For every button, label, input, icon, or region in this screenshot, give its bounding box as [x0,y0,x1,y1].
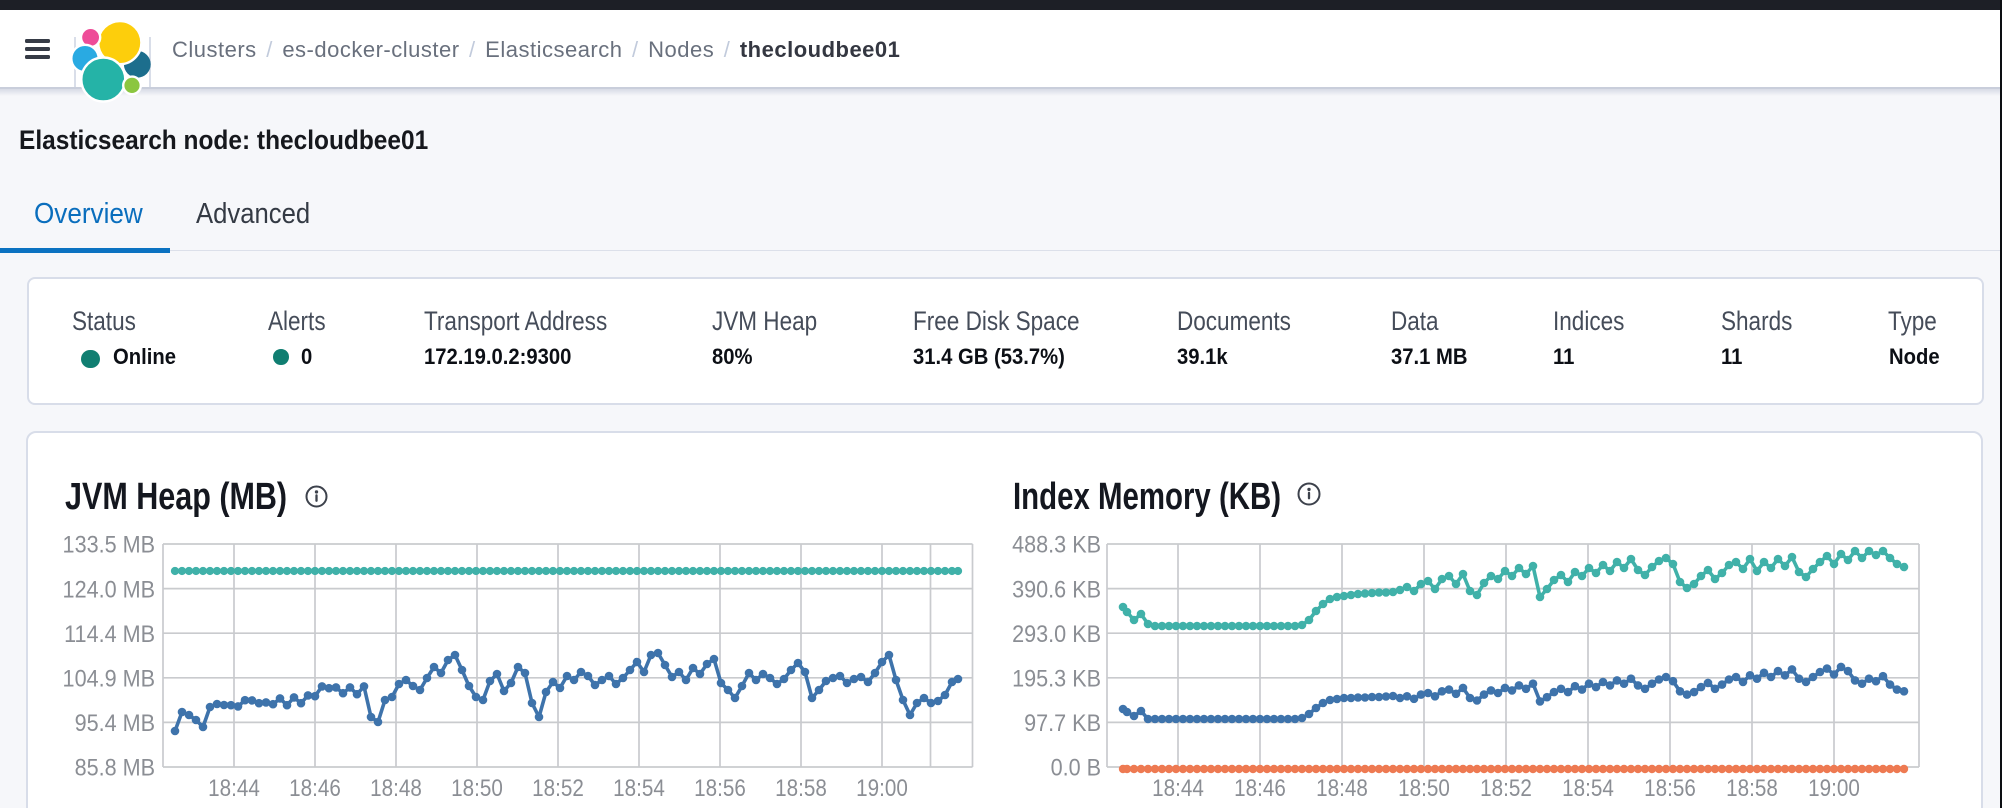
svg-text:133.5 MB: 133.5 MB [63,531,155,558]
svg-text:18:50: 18:50 [451,775,503,802]
svg-text:18:58: 18:58 [1726,775,1778,802]
svg-text:18:52: 18:52 [532,775,584,802]
svg-text:19:00: 19:00 [1808,775,1860,802]
svg-text:390.6 KB: 390.6 KB [1012,575,1101,602]
svg-text:18:50: 18:50 [1398,775,1450,802]
svg-text:18:44: 18:44 [208,775,260,802]
svg-text:95.4 MB: 95.4 MB [75,709,155,736]
svg-text:18:54: 18:54 [1562,775,1614,802]
svg-text:18:56: 18:56 [694,775,746,802]
svg-text:18:46: 18:46 [1234,775,1286,802]
svg-text:18:48: 18:48 [370,775,422,802]
svg-text:293.0 KB: 293.0 KB [1012,620,1101,647]
svg-text:85.8 MB: 85.8 MB [75,754,155,781]
svg-text:124.0 MB: 124.0 MB [63,575,155,602]
svg-text:0.0 B: 0.0 B [1051,754,1101,781]
svg-text:97.7 KB: 97.7 KB [1024,709,1101,736]
svg-text:18:56: 18:56 [1644,775,1696,802]
svg-text:104.9 MB: 104.9 MB [63,664,155,691]
svg-text:18:52: 18:52 [1480,775,1532,802]
svg-text:18:48: 18:48 [1316,775,1368,802]
svg-text:19:00: 19:00 [856,775,908,802]
svg-text:18:54: 18:54 [613,775,665,802]
svg-text:18:58: 18:58 [775,775,827,802]
svg-text:114.4 MB: 114.4 MB [64,620,155,647]
svg-text:195.3 KB: 195.3 KB [1012,664,1101,691]
svg-text:18:46: 18:46 [289,775,341,802]
svg-text:488.3 KB: 488.3 KB [1012,531,1101,558]
svg-text:18:44: 18:44 [1152,775,1204,802]
